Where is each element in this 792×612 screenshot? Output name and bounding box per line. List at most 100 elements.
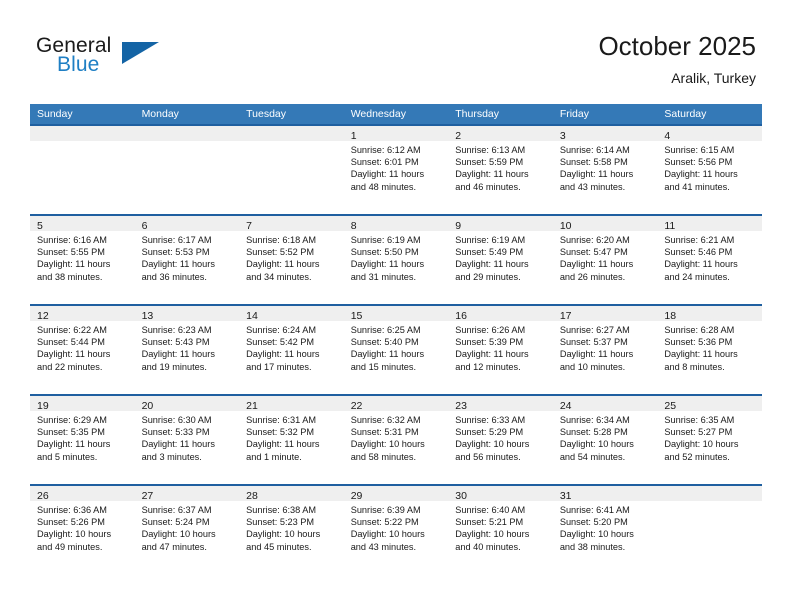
calendar-day-cell[interactable]: 26 Sunrise: 6:36 AM Sunset: 5:26 PM Dayligh… bbox=[30, 484, 135, 574]
calendar-day-cell[interactable]: 16 Sunrise: 6:26 AM Sunset: 5:39 PM Dayligh… bbox=[448, 304, 553, 394]
calendar-day-cell[interactable]: 7 Sunrise: 6:18 AM Sunset: 5:52 PM Daylight… bbox=[239, 214, 344, 304]
day-number-band: 28 bbox=[239, 486, 344, 502]
day-detail-line: Daylight: 11 hours bbox=[246, 259, 320, 270]
day-detail-line: Daylight: 10 hours bbox=[664, 439, 739, 450]
calendar-day-cell[interactable]: 19 Sunrise: 6:29 AM Sunset: 5:35 PM Dayligh… bbox=[30, 394, 135, 484]
calendar-week-row: 19 Sunrise: 6:29 AM Sunset: 5:35 PM Dayligh… bbox=[30, 394, 762, 484]
calendar-page: General Blue October 2025 Aralik, Turkey… bbox=[0, 0, 792, 612]
weekday-header-friday: Friday bbox=[559, 108, 589, 120]
day-number: 15 bbox=[350, 310, 363, 322]
calendar-day-cell-empty bbox=[30, 124, 135, 214]
day-details: Sunrise: 6:12 AM Sunset: 6:01 PM Daylight:… bbox=[344, 141, 449, 193]
day-detail-line: Sunset: 5:42 PM bbox=[246, 337, 315, 348]
day-detail-line: Daylight: 10 hours bbox=[455, 529, 530, 540]
day-detail-line: Sunrise: 6:20 AM bbox=[559, 235, 630, 245]
day-details: Sunrise: 6:21 AM Sunset: 5:46 PM Daylight:… bbox=[657, 231, 762, 283]
day-details: Sunrise: 6:38 AM Sunset: 5:23 PM Daylight:… bbox=[239, 501, 344, 553]
calendar-day-cell[interactable]: 22 Sunrise: 6:32 AM Sunset: 5:31 PM Dayligh… bbox=[343, 394, 449, 484]
day-number: 7 bbox=[246, 220, 252, 232]
calendar-day-cell[interactable]: 29 Sunrise: 6:39 AM Sunset: 5:22 PM Dayligh… bbox=[343, 484, 449, 574]
day-detail-line: and 12 minutes. bbox=[455, 361, 521, 372]
day-number: 24 bbox=[559, 400, 572, 412]
day-number-band: 3 bbox=[552, 126, 658, 142]
calendar-day-cell[interactable]: 30 Sunrise: 6:40 AM Sunset: 5:21 PM Dayligh… bbox=[448, 484, 553, 574]
calendar-day-cell[interactable]: 9 Sunrise: 6:19 AM Sunset: 5:49 PM Daylight… bbox=[448, 214, 553, 304]
calendar-day-cell[interactable]: 10 Sunrise: 6:20 AM Sunset: 5:47 PM Dayligh… bbox=[552, 214, 658, 304]
day-details: Sunrise: 6:15 AM Sunset: 5:56 PM Daylight:… bbox=[657, 141, 762, 193]
calendar-day-cell[interactable]: 14 Sunrise: 6:24 AM Sunset: 5:42 PM Dayligh… bbox=[239, 304, 344, 394]
calendar-day-cell[interactable]: 25 Sunrise: 6:35 AM Sunset: 5:27 PM Dayligh… bbox=[657, 394, 762, 484]
day-detail-line: and 36 minutes. bbox=[141, 271, 207, 282]
day-number: 23 bbox=[455, 400, 467, 412]
day-detail-line: Sunset: 5:47 PM bbox=[559, 247, 628, 258]
day-number-band: 26 bbox=[30, 486, 135, 502]
calendar-day-cell[interactable]: 17 Sunrise: 6:27 AM Sunset: 5:37 PM Dayligh… bbox=[552, 304, 658, 394]
calendar-day-cell[interactable]: 27 Sunrise: 6:37 AM Sunset: 5:24 PM Dayligh… bbox=[134, 484, 240, 574]
day-number-band: 1 bbox=[343, 126, 449, 142]
day-number: 1 bbox=[350, 130, 357, 142]
day-number-band bbox=[239, 126, 344, 141]
calendar-day-cell[interactable]: 2 Sunrise: 6:13 AM Sunset: 5:59 PM Daylight… bbox=[448, 124, 553, 214]
day-detail-line: and 8 minutes. bbox=[664, 361, 725, 372]
day-detail-line: and 19 minutes. bbox=[141, 361, 207, 372]
day-detail-line: Daylight: 11 hours bbox=[246, 349, 320, 360]
day-details: Sunrise: 6:20 AM Sunset: 5:47 PM Daylight:… bbox=[553, 231, 658, 283]
calendar-day-cell[interactable]: 28 Sunrise: 6:38 AM Sunset: 5:23 PM Dayligh… bbox=[239, 484, 344, 574]
day-detail-line: Sunset: 5:31 PM bbox=[350, 427, 419, 438]
day-detail-line: Sunrise: 6:33 AM bbox=[455, 415, 526, 425]
brand-name-bottom: Blue bbox=[57, 53, 100, 76]
calendar-day-cell[interactable]: 1 Sunrise: 6:12 AM Sunset: 6:01 PM Daylight… bbox=[343, 124, 449, 214]
brand-logo[interactable]: General Blue bbox=[36, 34, 256, 86]
calendar-day-cell[interactable]: 31 Sunrise: 6:41 AM Sunset: 5:20 PM Dayligh… bbox=[552, 484, 658, 574]
day-details: Sunrise: 6:26 AM Sunset: 5:39 PM Daylight:… bbox=[448, 321, 553, 373]
calendar-day-cell[interactable]: 18 Sunrise: 6:28 AM Sunset: 5:36 PM Dayligh… bbox=[657, 304, 762, 394]
day-number-band: 13 bbox=[134, 306, 240, 322]
day-detail-line: Sunset: 5:49 PM bbox=[455, 247, 524, 258]
day-detail-line: Sunrise: 6:36 AM bbox=[37, 505, 107, 515]
day-details: Sunrise: 6:33 AM Sunset: 5:29 PM Daylight:… bbox=[448, 411, 553, 463]
calendar-day-cell[interactable]: 6 Sunrise: 6:17 AM Sunset: 5:53 PM Daylight… bbox=[134, 214, 240, 304]
calendar-day-cell[interactable]: 8 Sunrise: 6:19 AM Sunset: 5:50 PM Daylight… bbox=[343, 214, 449, 304]
calendar-day-cell[interactable]: 24 Sunrise: 6:34 AM Sunset: 5:28 PM Dayligh… bbox=[552, 394, 658, 484]
day-number: 6 bbox=[141, 220, 148, 232]
day-detail-line: Daylight: 11 hours bbox=[350, 169, 425, 180]
day-number: 19 bbox=[37, 400, 49, 412]
day-number-band: 14 bbox=[239, 306, 344, 322]
day-details: Sunrise: 6:13 AM Sunset: 5:59 PM Daylight:… bbox=[448, 141, 553, 193]
calendar-day-cell[interactable]: 23 Sunrise: 6:33 AM Sunset: 5:29 PM Dayligh… bbox=[448, 394, 553, 484]
day-detail-line: Sunset: 5:56 PM bbox=[664, 157, 733, 168]
calendar-day-cell[interactable]: 5 Sunrise: 6:16 AM Sunset: 5:55 PM Daylight… bbox=[30, 214, 135, 304]
calendar-day-cell[interactable]: 11 Sunrise: 6:21 AM Sunset: 5:46 PM Dayligh… bbox=[657, 214, 762, 304]
day-number-band: 24 bbox=[552, 396, 658, 412]
day-detail-line: Daylight: 11 hours bbox=[664, 259, 738, 270]
day-detail-line: Daylight: 11 hours bbox=[664, 349, 738, 360]
day-detail-line: and 24 minutes. bbox=[664, 271, 730, 282]
calendar-day-cell[interactable]: 4 Sunrise: 6:15 AM Sunset: 5:56 PM Daylight… bbox=[657, 124, 762, 214]
day-number: 12 bbox=[37, 310, 49, 322]
calendar-day-cell[interactable]: 21 Sunrise: 6:31 AM Sunset: 5:32 PM Dayligh… bbox=[239, 394, 344, 484]
calendar-day-cell[interactable]: 20 Sunrise: 6:30 AM Sunset: 5:33 PM Dayligh… bbox=[134, 394, 240, 484]
calendar-day-cell[interactable]: 15 Sunrise: 6:25 AM Sunset: 5:40 PM Dayligh… bbox=[343, 304, 449, 394]
day-number: 30 bbox=[455, 490, 467, 502]
calendar-day-cell[interactable]: 13 Sunrise: 6:23 AM Sunset: 5:43 PM Dayligh… bbox=[134, 304, 240, 394]
calendar-day-cell-empty bbox=[134, 124, 240, 214]
day-detail-line: and 43 minutes. bbox=[350, 541, 417, 552]
calendar-day-cell-empty bbox=[239, 124, 344, 214]
day-detail-line: Daylight: 10 hours bbox=[350, 439, 425, 450]
day-number-band: 5 bbox=[30, 216, 135, 232]
day-detail-line: and 45 minutes. bbox=[246, 541, 312, 552]
day-details: Sunrise: 6:31 AM Sunset: 5:32 PM Daylight:… bbox=[239, 411, 344, 463]
calendar-day-cell[interactable]: 3 Sunrise: 6:14 AM Sunset: 5:58 PM Daylight… bbox=[552, 124, 658, 214]
day-detail-line: Daylight: 11 hours bbox=[141, 439, 215, 450]
day-detail-line: Sunset: 5:24 PM bbox=[141, 517, 210, 528]
day-detail-line: Sunrise: 6:41 AM bbox=[559, 505, 630, 515]
day-detail-line: Sunset: 5:29 PM bbox=[455, 427, 524, 438]
day-detail-line: Sunset: 5:43 PM bbox=[141, 337, 210, 348]
day-detail-line: and 38 minutes. bbox=[37, 271, 103, 282]
day-detail-line: Sunset: 5:52 PM bbox=[246, 247, 315, 258]
day-detail-line: Sunset: 5:35 PM bbox=[37, 427, 105, 438]
day-detail-line: and 47 minutes. bbox=[141, 541, 207, 552]
calendar-day-cell[interactable]: 12 Sunrise: 6:22 AM Sunset: 5:44 PM Dayligh… bbox=[30, 304, 135, 394]
day-detail-line: Daylight: 10 hours bbox=[141, 529, 216, 540]
day-details bbox=[30, 141, 135, 144]
